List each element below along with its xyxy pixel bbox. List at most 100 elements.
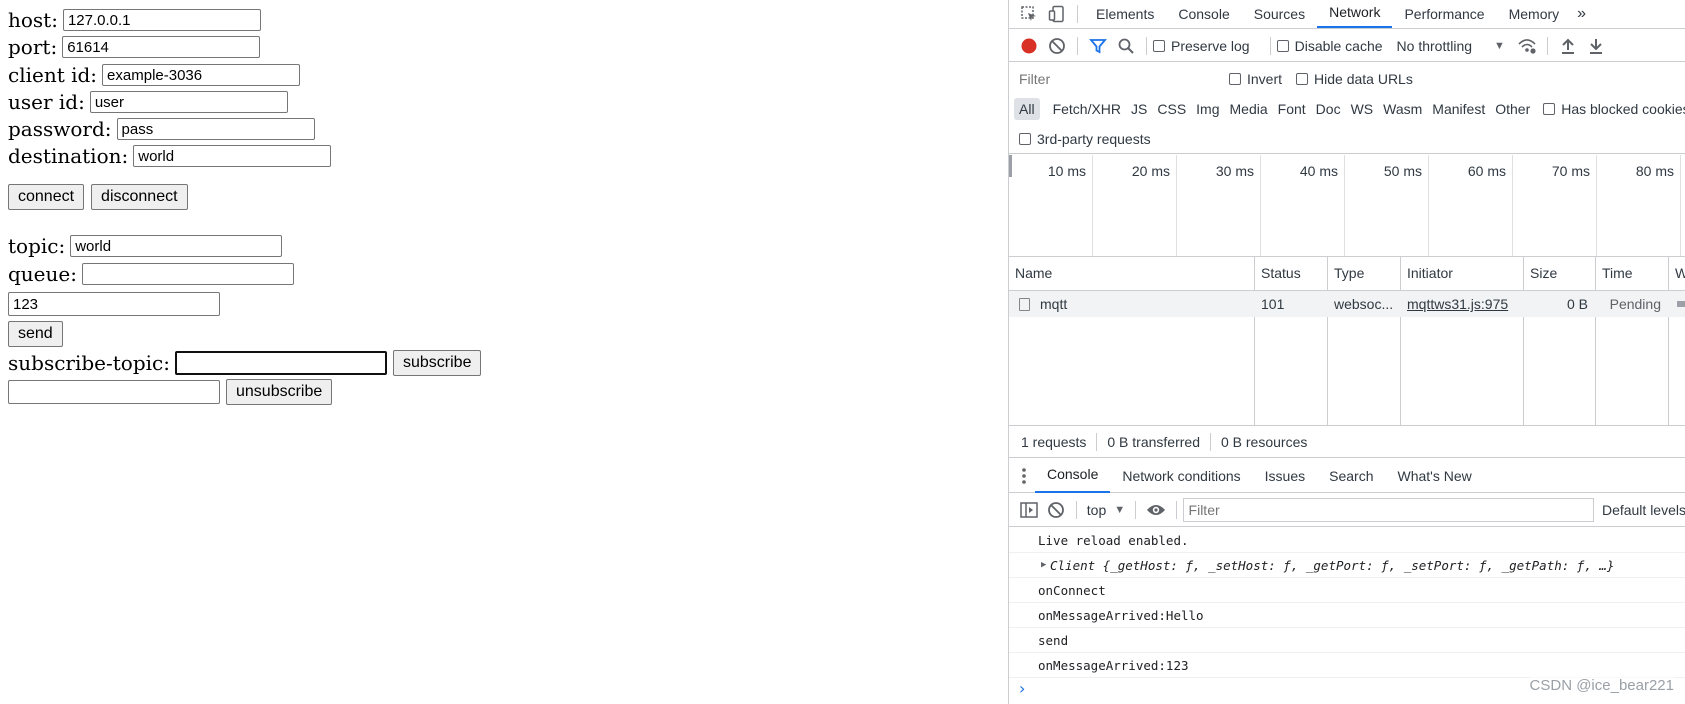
type-font[interactable]: Font bbox=[1273, 98, 1311, 120]
type-media[interactable]: Media bbox=[1225, 98, 1273, 120]
tab-memory[interactable]: Memory bbox=[1497, 1, 1572, 27]
devtools-tabbar: Elements Console Sources Network Perform… bbox=[1009, 0, 1685, 29]
header-size[interactable]: Size bbox=[1524, 257, 1596, 290]
request-size: 0 B bbox=[1566, 296, 1588, 312]
checkbox-box[interactable] bbox=[1229, 72, 1241, 85]
network-toolbar: Preserve log Disable cache No throttling… bbox=[1009, 30, 1685, 62]
message-input[interactable] bbox=[8, 292, 220, 316]
type-js[interactable]: JS bbox=[1126, 98, 1152, 120]
tab-elements[interactable]: Elements bbox=[1084, 1, 1166, 27]
toolbar-separator bbox=[1546, 36, 1548, 55]
context-select[interactable]: top ▼ bbox=[1087, 502, 1125, 518]
header-waterfall[interactable]: Waterfall bbox=[1669, 257, 1685, 290]
queue-input[interactable] bbox=[81, 263, 294, 285]
inspect-element-icon[interactable] bbox=[1015, 1, 1043, 27]
disconnect-button[interactable]: disconnect bbox=[91, 184, 188, 210]
toolbar-separator bbox=[1096, 432, 1098, 451]
request-initiator-link[interactable]: mqttws31.js:975 bbox=[1401, 291, 1524, 317]
filter-input[interactable] bbox=[1015, 67, 1211, 90]
checkbox-box[interactable] bbox=[1153, 39, 1165, 52]
port-input[interactable] bbox=[62, 36, 261, 58]
filter-icon[interactable] bbox=[1084, 33, 1112, 59]
password-label: password: bbox=[8, 117, 112, 141]
timeline-tick: 40 ms bbox=[1261, 155, 1345, 256]
console-message-object[interactable]: ▶ Client {_getHost: ƒ, _setHost: ƒ, _get… bbox=[1009, 553, 1685, 578]
tab-sources[interactable]: Sources bbox=[1242, 1, 1317, 27]
sidebar-toggle-icon[interactable] bbox=[1015, 497, 1042, 523]
tab-network[interactable]: Network bbox=[1317, 0, 1393, 28]
search-icon[interactable] bbox=[1112, 33, 1140, 59]
type-ws[interactable]: WS bbox=[1346, 98, 1379, 120]
client-id-input[interactable] bbox=[102, 64, 301, 86]
type-img[interactable]: Img bbox=[1191, 98, 1224, 120]
console-toolbar: top ▼ Default levels bbox=[1009, 494, 1685, 527]
drawer-tab-network-conditions[interactable]: Network conditions bbox=[1110, 463, 1252, 489]
invert-checkbox[interactable]: Invert bbox=[1229, 71, 1282, 87]
clear-console-icon[interactable] bbox=[1042, 497, 1069, 523]
type-fetch-xhr[interactable]: Fetch/XHR bbox=[1048, 98, 1126, 120]
checkbox-box[interactable] bbox=[1543, 103, 1556, 115]
third-party-checkbox[interactable]: 3rd-party requests bbox=[1019, 131, 1151, 147]
resource-type-filter: All Fetch/XHR JS CSS Img Media Font Doc … bbox=[1009, 94, 1685, 124]
tab-performance[interactable]: Performance bbox=[1392, 1, 1496, 27]
tab-console[interactable]: Console bbox=[1166, 1, 1241, 27]
topic-input[interactable] bbox=[70, 235, 283, 257]
timeline-marker bbox=[1009, 155, 1012, 177]
unsubscribe-input[interactable] bbox=[8, 380, 220, 404]
hide-data-urls-checkbox[interactable]: Hide data URLs bbox=[1296, 71, 1413, 87]
import-har-icon[interactable] bbox=[1554, 33, 1582, 59]
drawer-tab-whats-new[interactable]: What's New bbox=[1385, 463, 1483, 489]
row-name-cell[interactable]: mqtt bbox=[1009, 291, 1255, 317]
type-doc[interactable]: Doc bbox=[1311, 98, 1346, 120]
console-prompt-icon[interactable]: › bbox=[1019, 678, 1025, 700]
clear-icon[interactable] bbox=[1043, 33, 1071, 59]
host-input[interactable] bbox=[62, 9, 261, 31]
checkbox-box[interactable] bbox=[1019, 132, 1031, 145]
header-name[interactable]: Name bbox=[1009, 257, 1255, 290]
toolbar-separator bbox=[1135, 501, 1137, 519]
subscribe-button[interactable]: subscribe bbox=[392, 350, 482, 376]
has-blocked-cookies-checkbox[interactable]: Has blocked cookies bbox=[1543, 101, 1685, 117]
unsubscribe-button[interactable]: unsubscribe bbox=[226, 379, 333, 405]
password-input[interactable] bbox=[116, 118, 315, 140]
timeline-overview[interactable]: 10 ms 20 ms 30 ms 40 ms 50 ms 60 ms 70 m… bbox=[1009, 155, 1685, 257]
log-levels-select[interactable]: Default levels bbox=[1602, 502, 1685, 518]
throttling-select[interactable]: No throttling ▼ bbox=[1397, 38, 1505, 54]
drawer-tab-console[interactable]: Console bbox=[1035, 460, 1111, 493]
drawer-tab-search[interactable]: Search bbox=[1317, 463, 1385, 489]
console-message: Live reload enabled. bbox=[1009, 528, 1685, 553]
destination-input[interactable] bbox=[133, 145, 332, 167]
topic-label: topic: bbox=[8, 234, 66, 258]
checkbox-box[interactable] bbox=[1276, 39, 1289, 52]
user-id-input[interactable] bbox=[89, 91, 288, 113]
timeline-tick: 60 ms bbox=[1429, 155, 1513, 256]
type-css[interactable]: CSS bbox=[1152, 98, 1191, 120]
subscribe-topic-input[interactable] bbox=[174, 351, 387, 375]
header-initiator[interactable]: Initiator bbox=[1401, 257, 1524, 290]
live-expression-eye-icon[interactable] bbox=[1142, 497, 1169, 523]
preserve-log-checkbox[interactable]: Preserve log bbox=[1153, 38, 1250, 54]
disable-cache-checkbox[interactable]: Disable cache bbox=[1276, 38, 1383, 54]
send-button[interactable]: send bbox=[8, 321, 63, 347]
header-status[interactable]: Status bbox=[1255, 257, 1328, 290]
type-other[interactable]: Other bbox=[1490, 98, 1535, 120]
console-filter-input[interactable] bbox=[1182, 498, 1594, 522]
preserve-log-label: Preserve log bbox=[1171, 37, 1250, 54]
record-icon[interactable] bbox=[1015, 33, 1043, 59]
export-har-icon[interactable] bbox=[1582, 33, 1610, 59]
type-all[interactable]: All bbox=[1014, 98, 1040, 120]
header-time[interactable]: Time bbox=[1596, 257, 1669, 290]
client-id-label: client id: bbox=[8, 63, 98, 87]
expand-triangle-icon[interactable]: ▶ bbox=[1041, 553, 1046, 577]
device-toolbar-icon[interactable] bbox=[1043, 1, 1071, 27]
header-type[interactable]: Type bbox=[1328, 257, 1401, 290]
type-wasm[interactable]: Wasm bbox=[1378, 98, 1427, 120]
drawer-tab-issues[interactable]: Issues bbox=[1253, 463, 1317, 489]
table-row[interactable]: mqtt 101 websoc... mqttws31.js:975 0 B P… bbox=[1009, 291, 1685, 317]
checkbox-box[interactable] bbox=[1296, 72, 1309, 85]
connect-button[interactable]: connect bbox=[8, 184, 85, 210]
type-manifest[interactable]: Manifest bbox=[1427, 98, 1490, 120]
more-tabs-icon[interactable]: » bbox=[1571, 1, 1592, 27]
network-conditions-icon[interactable] bbox=[1513, 33, 1541, 59]
more-options-icon[interactable] bbox=[1013, 463, 1035, 489]
